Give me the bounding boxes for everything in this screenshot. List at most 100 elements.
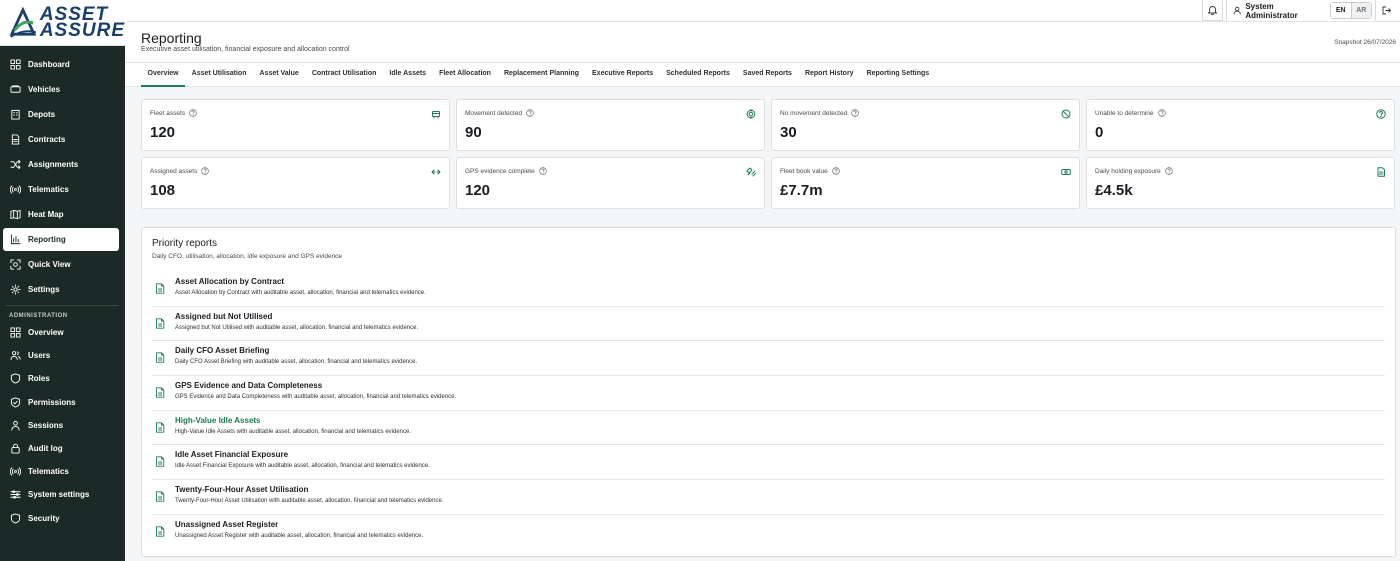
- notifications-button[interactable]: [1202, 0, 1223, 21]
- admin-item-users[interactable]: Users: [3, 345, 119, 366]
- report-item[interactable]: Assigned but Not Utilised Assigned but No…: [152, 307, 1385, 342]
- report-description: Asset Allocation by Contract with audita…: [175, 290, 426, 296]
- report-item[interactable]: GPS Evidence and Data Completeness GPS Ev…: [152, 376, 1385, 411]
- kpi-value: 90: [465, 124, 482, 141]
- admin-item-system-settings[interactable]: System settings: [3, 484, 119, 505]
- sidebar-item-heat-map[interactable]: Heat Map: [3, 203, 119, 226]
- report-name[interactable]: Idle Asset Financial Exposure: [175, 450, 288, 459]
- shield-icon: [10, 512, 21, 524]
- sidebar: ASSET ASSURE Dashboard Vehicles Depots Cont…: [0, 0, 125, 561]
- admin-item-roles[interactable]: Roles: [3, 368, 119, 389]
- kpi-card: No movement detected 30: [771, 99, 1080, 151]
- kpi-label: Movement detected: [465, 109, 534, 117]
- sidebar-item-contracts[interactable]: Contracts: [3, 128, 119, 151]
- help-icon[interactable]: [526, 109, 534, 117]
- lang-ar-button[interactable]: AR: [1351, 3, 1371, 18]
- tab-reporting-settings[interactable]: Reporting Settings: [860, 63, 936, 87]
- tab-executive-reports[interactable]: Executive Reports: [586, 63, 660, 87]
- nav-label: System settings: [28, 490, 90, 500]
- kpi-card: Unable to determine 0: [1086, 99, 1395, 151]
- sidebar-item-telematics[interactable]: Telematics: [3, 178, 119, 201]
- report-item[interactable]: Asset Allocation by Contract Asset Alloca…: [152, 272, 1385, 307]
- priority-reports-panel: Priority reports Daily CFO, utilisation,…: [141, 227, 1396, 557]
- report-name[interactable]: Assigned but Not Utilised: [175, 312, 272, 321]
- admin-item-security[interactable]: Security: [3, 508, 119, 529]
- brand-logo[interactable]: ASSET ASSURE: [0, 0, 125, 46]
- priority-reports-title: Priority reports: [152, 238, 218, 249]
- admin-item-overview[interactable]: Overview: [3, 322, 119, 343]
- report-item[interactable]: Idle Asset Financial Exposure Idle Asset …: [152, 445, 1385, 481]
- help-icon[interactable]: [851, 109, 859, 117]
- brand-name: ASSET ASSURE: [39, 3, 125, 41]
- kpi-label: Fleet book value: [780, 167, 840, 175]
- tab-idle-assets[interactable]: Idle Assets: [383, 63, 433, 87]
- admin-section-label: ADMINISTRATION: [9, 313, 68, 319]
- dashboard-icon: [10, 59, 21, 70]
- admin-item-sessions[interactable]: Sessions: [3, 415, 119, 436]
- logout-button[interactable]: [1375, 0, 1396, 21]
- banknote-icon: [1061, 166, 1071, 176]
- user-name: System Administrator: [1245, 1, 1298, 20]
- kpi-value: £4.5k: [1095, 182, 1133, 199]
- kpi-label-text: Unable to determine: [1095, 109, 1154, 117]
- report-name[interactable]: Unassigned Asset Register: [175, 520, 278, 529]
- tab-scheduled-reports[interactable]: Scheduled Reports: [660, 63, 737, 87]
- admin-item-telematics[interactable]: Telematics: [3, 461, 119, 482]
- user-icon: [10, 420, 21, 431]
- tab-saved-reports[interactable]: Saved Reports: [736, 63, 798, 87]
- report-name[interactable]: GPS Evidence and Data Completeness: [175, 381, 322, 390]
- sidebar-item-quick-view[interactable]: Quick View: [3, 253, 119, 276]
- help-icon[interactable]: [831, 167, 840, 175]
- sidebar-item-vehicles[interactable]: Vehicles: [3, 78, 119, 101]
- admin-nav: Overview Users Roles Permissions Sessions Aud…: [0, 322, 125, 529]
- vehicle-icon: [10, 84, 21, 95]
- lock-icon: [10, 443, 21, 454]
- kpi-card: Fleet book value £7.7m: [771, 157, 1080, 209]
- report-name[interactable]: Asset Allocation by Contract: [175, 277, 284, 286]
- tab-overview[interactable]: Overview: [141, 63, 186, 87]
- kpi-label-text: No movement detected: [780, 109, 848, 117]
- user-menu[interactable]: System Administrator: [1226, 0, 1322, 21]
- tab-contract-utilisation[interactable]: Contract Utilisation: [305, 63, 383, 87]
- signal-icon: [10, 184, 21, 195]
- logout-icon: [1382, 6, 1391, 15]
- kpi-label-text: Assigned assets: [150, 167, 198, 175]
- report-item[interactable]: Twenty-Four-Hour Asset Utilisation Twenty…: [152, 480, 1385, 515]
- admin-item-audit-log[interactable]: Audit log: [3, 438, 119, 459]
- sidebar-item-dashboard[interactable]: Dashboard: [3, 53, 119, 76]
- main-nav: Dashboard Vehicles Depots Contracts Assignme…: [0, 46, 125, 301]
- report-name[interactable]: High-Value Idle Assets: [175, 416, 261, 425]
- nav-label: Settings: [28, 285, 60, 294]
- nav-label: Telematics: [28, 467, 69, 477]
- report-item[interactable]: Daily CFO Asset Briefing Daily CFO Asset …: [152, 341, 1385, 377]
- help-icon[interactable]: [538, 167, 547, 175]
- report-document-icon: [155, 283, 165, 294]
- kpi-label-text: Movement detected: [465, 109, 523, 117]
- sidebar-item-settings[interactable]: Settings: [3, 278, 119, 301]
- lang-en-button[interactable]: EN: [1331, 3, 1352, 18]
- kpi-value: 30: [780, 124, 797, 141]
- page-subtitle: Executive asset utilisation, financial e…: [141, 46, 350, 53]
- sliders-icon: [10, 489, 21, 500]
- shield-check-icon: [10, 397, 21, 408]
- help-icon[interactable]: [201, 167, 210, 175]
- help-icon[interactable]: [189, 109, 197, 117]
- tab-asset-utilisation[interactable]: Asset Utilisation: [185, 63, 253, 87]
- sidebar-item-reporting[interactable]: Reporting: [3, 228, 119, 251]
- tab-replacement-planning[interactable]: Replacement Planning: [497, 63, 585, 87]
- admin-item-permissions[interactable]: Permissions: [3, 392, 119, 413]
- tab-asset-value[interactable]: Asset Value: [253, 63, 305, 87]
- report-name[interactable]: Daily CFO Asset Briefing: [175, 346, 269, 355]
- tab-report-history[interactable]: Report History: [798, 63, 860, 87]
- help-icon[interactable]: [1165, 167, 1173, 175]
- kpi-card: Assigned assets 108: [141, 157, 450, 209]
- report-item[interactable]: Unassigned Asset Register Unassigned Asse…: [152, 515, 1385, 550]
- kpi-label: GPS evidence complete: [465, 167, 547, 175]
- help-icon[interactable]: [1157, 109, 1166, 117]
- report-name[interactable]: Twenty-Four-Hour Asset Utilisation: [175, 485, 308, 494]
- sidebar-item-assignments[interactable]: Assignments: [3, 153, 119, 176]
- sidebar-item-depots[interactable]: Depots: [3, 103, 119, 126]
- tab-fleet-allocation[interactable]: Fleet Allocation: [433, 63, 498, 87]
- kpi-label-text: GPS evidence complete: [465, 167, 535, 175]
- report-item[interactable]: High-Value Idle Assets High-Value Idle As…: [152, 411, 1385, 446]
